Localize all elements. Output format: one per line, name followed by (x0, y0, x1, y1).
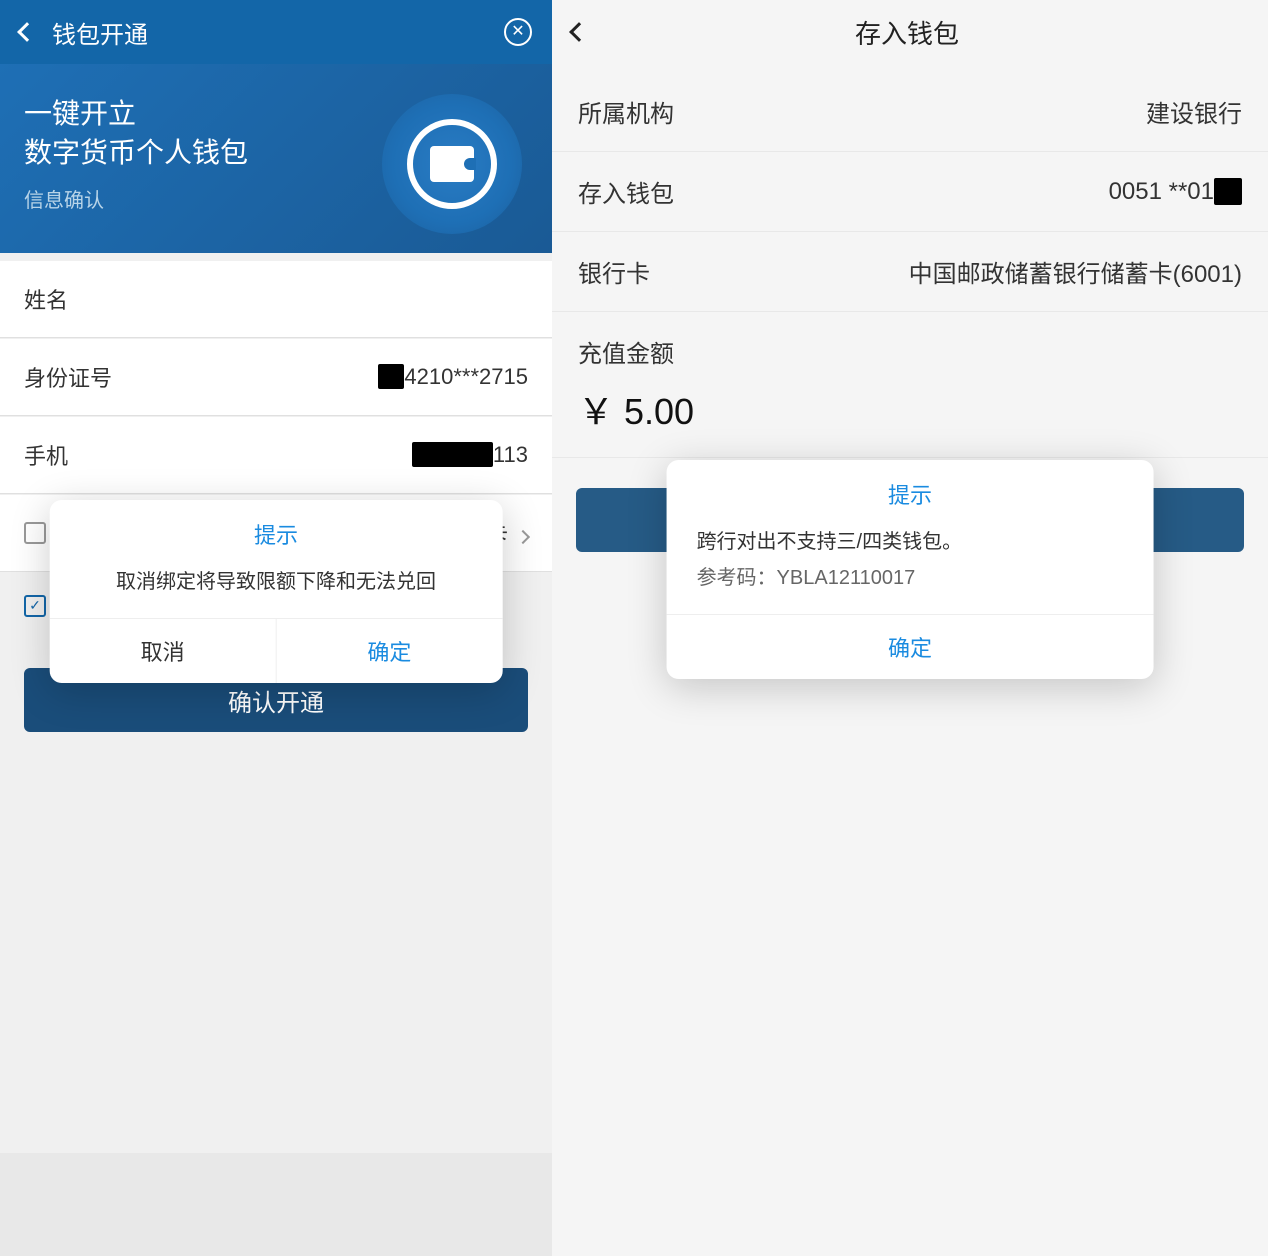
dialog-left: 提示 取消绑定将导致限额下降和无法兑回 取消 确定 (50, 500, 503, 683)
row-card[interactable]: 银行卡 中国邮政储蓄银行储蓄卡(6001) (552, 232, 1268, 312)
row-wallet[interactable]: 存入钱包 0051 **01xx (552, 152, 1268, 232)
dialog-cancel-button[interactable]: 取消 (50, 619, 276, 683)
phone-label: 手机 (24, 439, 68, 471)
wallet-graphic (382, 94, 522, 234)
card-label: 银行卡 (578, 254, 650, 289)
screen-wallet-open: 钱包开通 ✕ 一键开立 数字货币个人钱包 信息确认 姓名 身份证号 xx4210… (0, 0, 552, 1256)
org-label: 所属机构 (578, 94, 674, 129)
dialog-ok-button[interactable]: 确定 (276, 619, 503, 683)
header-right: 存入钱包 (552, 0, 1268, 64)
dialog-body-line2: 参考码：YBLA12110017 (697, 562, 1124, 594)
name-label: 姓名 (24, 283, 68, 315)
dialog-ok-button[interactable]: 确定 (667, 615, 1154, 679)
dialog-right: 提示 跨行对出不支持三/四类钱包。 参考码：YBLA12110017 确定 (667, 460, 1154, 679)
phone-value: xxxxxxx113 (412, 442, 528, 468)
back-icon[interactable] (17, 22, 37, 42)
dialog-title: 提示 (50, 500, 503, 560)
header-title: 存入钱包 (586, 14, 1228, 51)
bind-checkbox[interactable] (24, 522, 46, 544)
amount-value[interactable]: ￥ 5.00 (552, 379, 1268, 458)
agree-checkbox[interactable]: ✓ (24, 595, 46, 617)
header-left: 钱包开通 ✕ (0, 0, 552, 64)
banner: 一键开立 数字货币个人钱包 信息确认 (0, 64, 552, 253)
id-label: 身份证号 (24, 361, 112, 393)
form: 姓名 身份证号 xx4210***2715 手机 xxxxxxx113 绑 卡 … (0, 253, 552, 1153)
row-phone[interactable]: 手机 xxxxxxx113 (0, 417, 552, 494)
row-name[interactable]: 姓名 (0, 261, 552, 338)
wallet-label: 存入钱包 (578, 174, 674, 209)
dialog-body: 取消绑定将导致限额下降和无法兑回 (50, 560, 503, 618)
dialog-title: 提示 (667, 460, 1154, 520)
row-id[interactable]: 身份证号 xx4210***2715 (0, 339, 552, 416)
row-org: 所属机构 建设银行 (552, 72, 1268, 152)
org-value: 建设银行 (1146, 94, 1242, 129)
amount-label: 充值金额 (552, 312, 1268, 379)
wallet-icon (430, 146, 474, 182)
header-title: 钱包开通 (52, 15, 148, 50)
dialog-body-line1: 跨行对出不支持三/四类钱包。 (697, 526, 1124, 558)
chevron-right-icon (516, 530, 530, 544)
card-value: 中国邮政储蓄银行储蓄卡(6001) (909, 261, 1242, 288)
id-value: xx4210***2715 (378, 364, 528, 390)
dialog-body: 跨行对出不支持三/四类钱包。 参考码：YBLA12110017 (667, 520, 1154, 614)
screen-deposit: 存入钱包 所属机构 建设银行 存入钱包 0051 **01xx 银行卡 中国邮政… (552, 0, 1268, 1256)
close-icon[interactable]: ✕ (504, 18, 532, 46)
wallet-value: 0051 **01xx (1109, 178, 1242, 206)
